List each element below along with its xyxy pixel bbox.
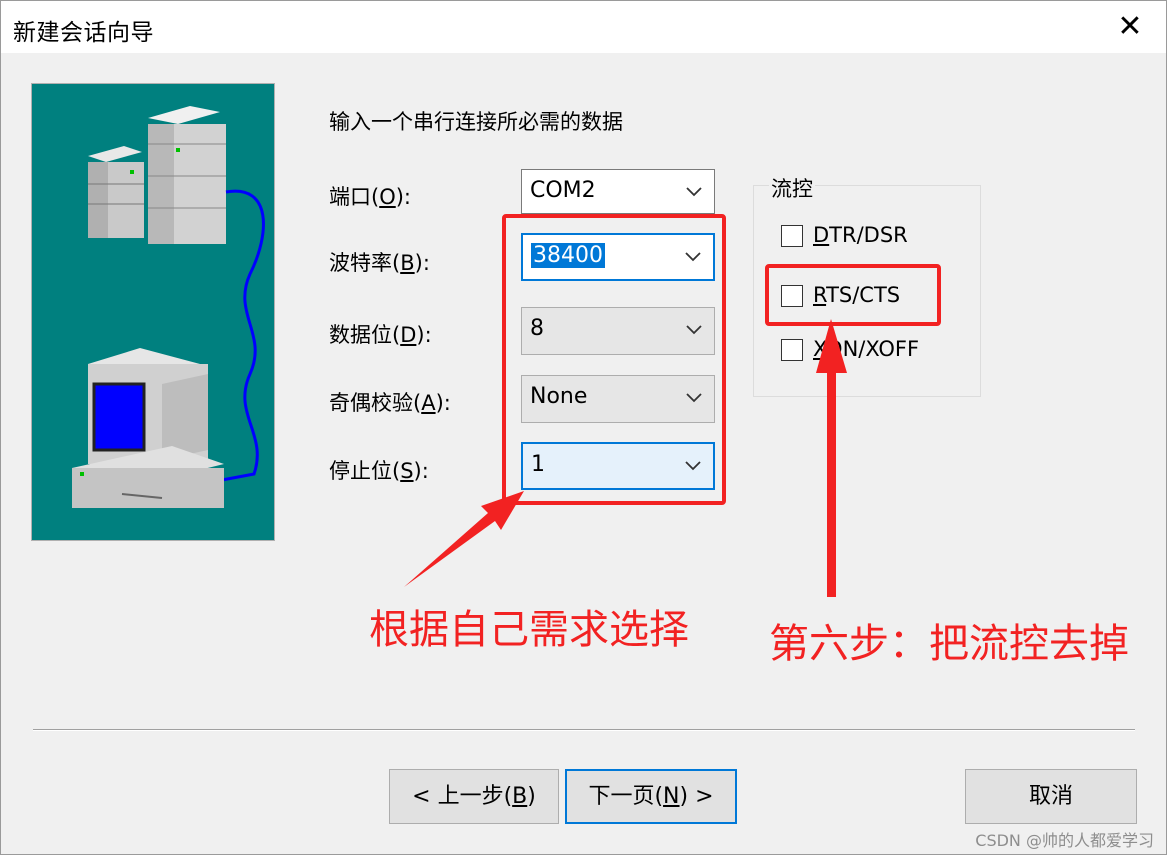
cancel-button[interactable]: 取消	[965, 769, 1137, 824]
button-separator	[33, 729, 1135, 731]
annotation-choose-as-needed: 根据自己需求选择	[369, 607, 689, 653]
arrow-to-rts-cts	[816, 319, 847, 597]
csdn-watermark: CSDN @帅的人都爱学习	[975, 831, 1154, 850]
arrow-to-settings	[404, 491, 524, 587]
next-button[interactable]: 下一页(N) >	[565, 769, 737, 824]
annotation-remove-flow-control: 第六步：把流控去掉	[769, 621, 1129, 667]
new-session-wizard-dialog: 新建会话向导 ✕ 输入一个串行连接所必需的数据 端口(O): COM2 波特率(…	[0, 0, 1167, 855]
back-button[interactable]: < 上一步(B)	[389, 769, 559, 824]
